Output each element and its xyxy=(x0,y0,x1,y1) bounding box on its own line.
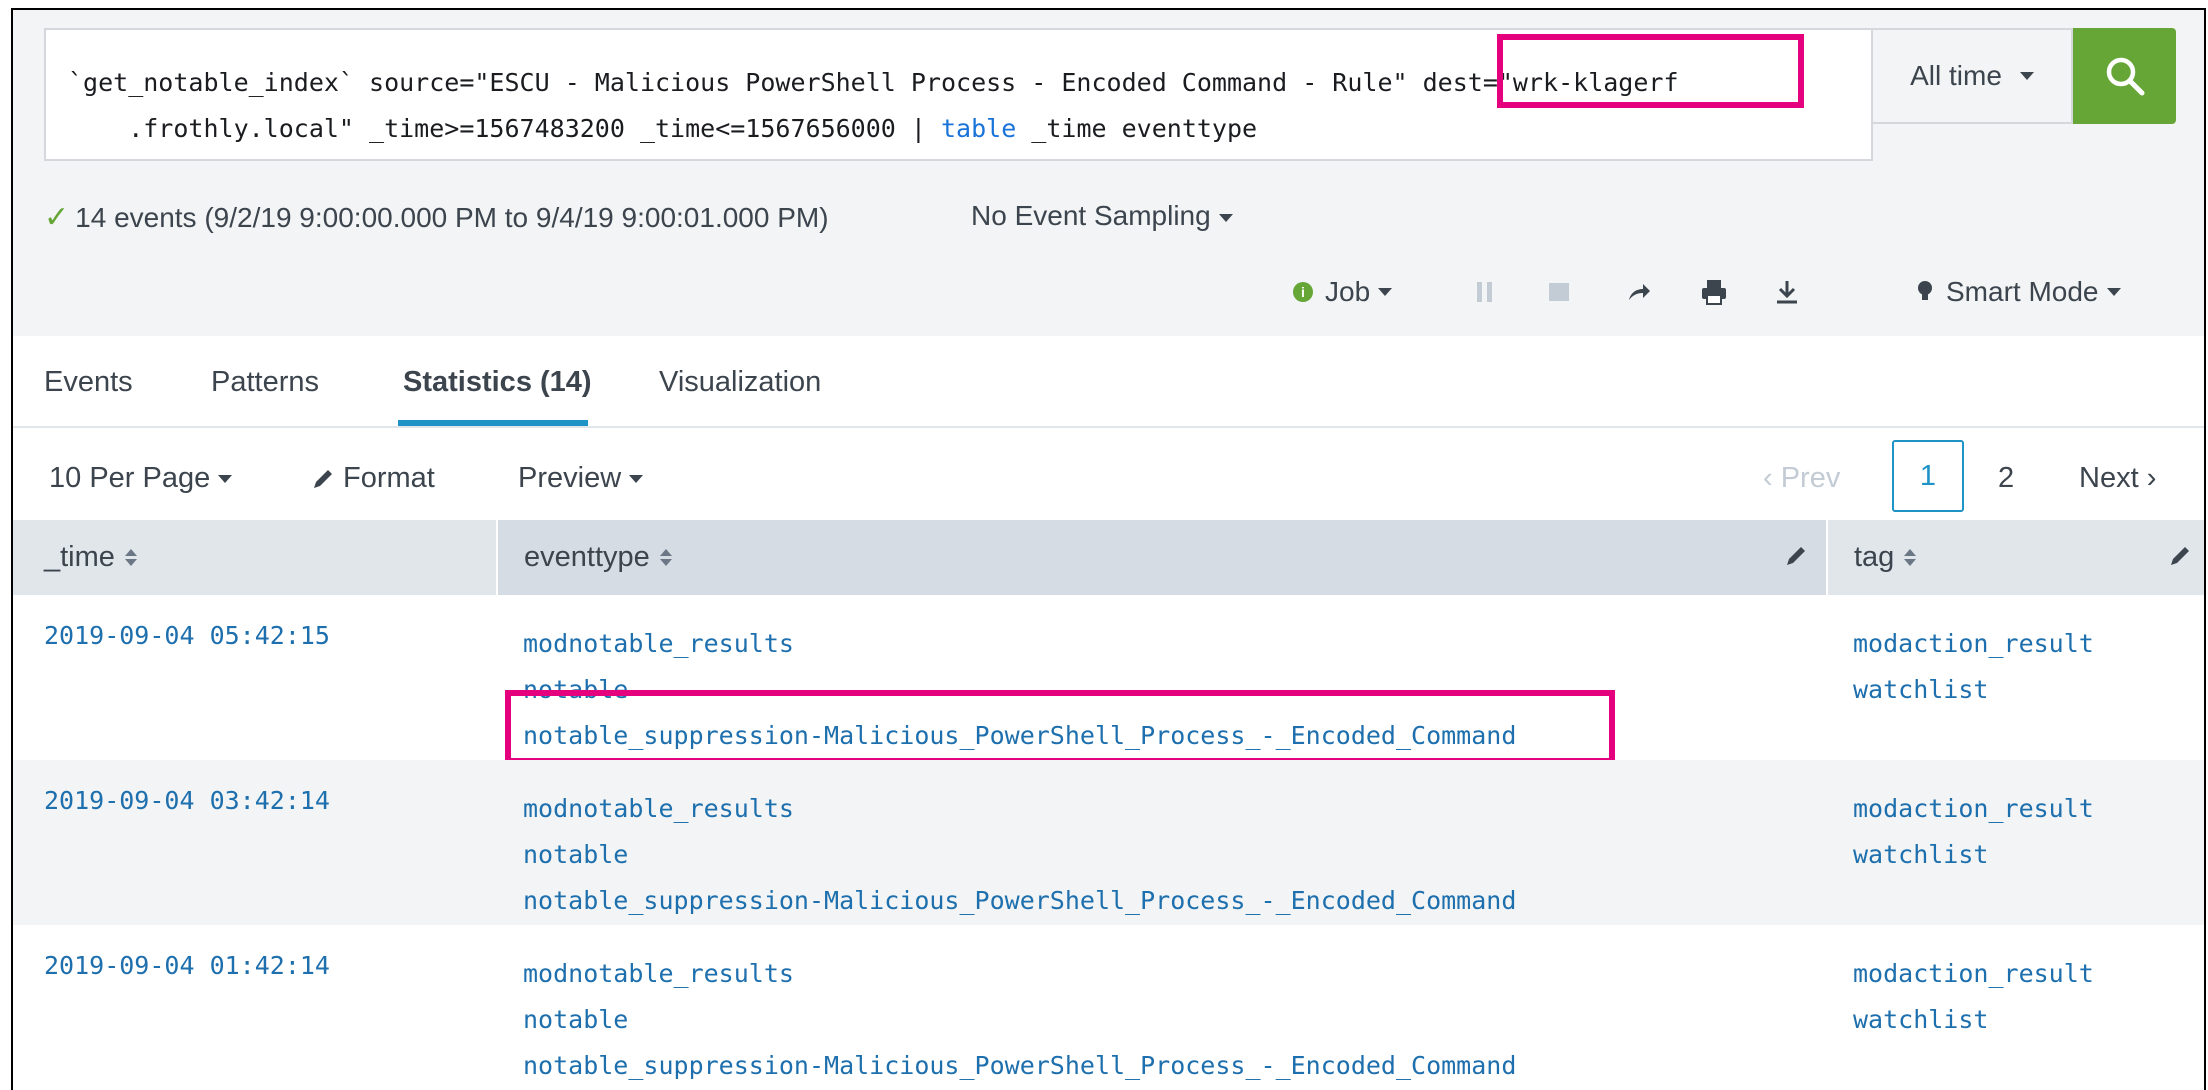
job-label: Job xyxy=(1325,276,1371,307)
sort-icon[interactable] xyxy=(1904,549,1917,566)
format-button[interactable]: Format xyxy=(311,462,435,495)
pencil-icon[interactable] xyxy=(1784,544,1808,568)
time-cell[interactable]: 2019-09-04 05:42:15 xyxy=(44,621,330,650)
page-2-button[interactable]: 2 xyxy=(1998,462,2014,495)
tag-cell: modaction_result watchlist xyxy=(1853,621,2094,713)
suppression-highlight-box xyxy=(505,690,1615,764)
tab-events[interactable]: Events xyxy=(44,366,133,399)
tag-value[interactable]: watchlist xyxy=(1853,997,2094,1043)
search-query-input[interactable]: `get_notable_index` source="ESCU - Malic… xyxy=(44,28,1873,161)
event-sampling-dropdown[interactable]: No Event Sampling xyxy=(971,200,1233,232)
prev-label: Prev xyxy=(1780,462,1841,494)
eventtype-value[interactable]: notable xyxy=(523,832,1516,878)
table-header: _time eventtype tag xyxy=(13,520,2204,595)
chevron-down-icon xyxy=(1378,288,1393,296)
chevron-down-icon xyxy=(1218,213,1233,222)
format-label: Format xyxy=(343,462,435,494)
chevron-down-icon xyxy=(629,474,644,483)
chevron-down-icon xyxy=(2019,72,2034,80)
sort-icon[interactable] xyxy=(659,549,672,566)
tab-statistics[interactable]: Statistics (14) xyxy=(403,366,592,399)
eventtype-value[interactable]: modnotable_results xyxy=(523,786,1516,832)
sort-icon[interactable] xyxy=(124,549,137,566)
pencil-icon xyxy=(314,469,332,488)
chevron-right-icon: › xyxy=(2138,462,2157,494)
preview-label: Preview xyxy=(518,462,622,494)
per-page-dropdown[interactable]: 10 Per Page xyxy=(49,462,233,495)
print-icon[interactable] xyxy=(1699,278,1729,306)
event-sampling-label: No Event Sampling xyxy=(971,200,1211,231)
column-label: _time xyxy=(44,541,115,573)
next-page-button[interactable]: Next › xyxy=(2079,462,2156,495)
info-icon: i xyxy=(1293,282,1313,302)
tag-value[interactable]: watchlist xyxy=(1853,667,2094,713)
preview-dropdown[interactable]: Preview xyxy=(518,462,644,495)
share-icon[interactable] xyxy=(1625,278,1653,306)
search-app-window: `get_notable_index` source="ESCU - Malic… xyxy=(11,8,2206,1090)
search-mode-dropdown[interactable]: Smart Mode xyxy=(1916,276,2121,308)
eventtype-value[interactable]: notable_suppression-Malicious_PowerShell… xyxy=(523,1043,1516,1089)
eventtype-value[interactable]: notable xyxy=(523,997,1516,1043)
chevron-down-icon xyxy=(218,474,233,483)
tag-value[interactable]: modaction_result xyxy=(1853,786,2094,832)
search-query-text[interactable]: `get_notable_index` source="ESCU - Malic… xyxy=(68,60,1858,152)
column-header-time[interactable]: _time xyxy=(13,520,498,595)
time-cell[interactable]: 2019-09-04 01:42:14 xyxy=(44,951,330,980)
event-count-summary: 14 events (9/2/19 9:00:00.000 PM to 9/4/… xyxy=(75,201,829,233)
chevron-down-icon xyxy=(2106,288,2121,296)
job-menu[interactable]: i Job xyxy=(1293,276,1393,308)
column-label: eventtype xyxy=(524,541,650,573)
search-button[interactable] xyxy=(2073,28,2176,124)
tab-visualization[interactable]: Visualization xyxy=(659,366,821,399)
check-icon: ✓ xyxy=(44,201,70,234)
results-controls: 10 Per Page Format Preview ‹ Prev 1 2 Ne… xyxy=(13,428,2204,528)
pencil-icon[interactable] xyxy=(2168,544,2192,568)
chevron-left-icon: ‹ xyxy=(1763,462,1781,494)
table-row: 2019-09-04 05:42:15 modnotable_results n… xyxy=(13,595,2204,764)
time-range-picker[interactable]: All time xyxy=(1873,28,2073,124)
table-row: 2019-09-04 01:42:14 modnotable_results n… xyxy=(13,925,2204,1090)
eventtype-value[interactable]: modnotable_results xyxy=(523,621,1516,667)
tag-cell: modaction_result watchlist xyxy=(1853,786,2094,878)
stop-icon[interactable] xyxy=(1547,278,1571,306)
time-range-label: All time xyxy=(1910,60,2002,91)
tag-cell: modaction_result watchlist xyxy=(1853,951,2094,1043)
column-label: tag xyxy=(1854,541,1895,573)
results-tabs: Events Patterns Statistics (14) Visualiz… xyxy=(13,336,2204,428)
export-icon[interactable] xyxy=(1773,278,1801,306)
tag-value[interactable]: watchlist xyxy=(1853,832,2094,878)
active-tab-indicator xyxy=(398,420,588,426)
time-cell[interactable]: 2019-09-04 03:42:14 xyxy=(44,786,330,815)
tab-patterns[interactable]: Patterns xyxy=(211,366,319,399)
tag-value[interactable]: modaction_result xyxy=(1853,621,2094,667)
tag-value[interactable]: modaction_result xyxy=(1853,951,2094,997)
eventtype-cell: modnotable_results notable notable_suppr… xyxy=(523,786,1516,924)
eventtype-cell: modnotable_results notable notable_suppr… xyxy=(523,951,1516,1089)
eventtype-value[interactable]: modnotable_results xyxy=(523,951,1516,997)
column-header-eventtype[interactable]: eventtype xyxy=(498,520,1828,595)
table-row: 2019-09-04 03:42:14 modnotable_results n… xyxy=(13,760,2204,925)
search-status: ✓ 14 events (9/2/19 9:00:00.000 PM to 9/… xyxy=(44,200,829,235)
eventtype-value[interactable]: notable_suppression-Malicious_PowerShell… xyxy=(523,878,1516,924)
per-page-label: 10 Per Page xyxy=(49,462,211,494)
pause-icon[interactable] xyxy=(1475,278,1495,306)
prev-page-button[interactable]: ‹ Prev xyxy=(1763,462,1840,495)
next-label: Next xyxy=(2079,462,2139,494)
page-1-button[interactable]: 1 xyxy=(1892,440,1964,512)
lightbulb-icon xyxy=(1918,281,1932,300)
search-icon xyxy=(2106,57,2144,96)
column-header-tag[interactable]: tag xyxy=(1828,520,2198,595)
search-mode-label: Smart Mode xyxy=(1946,276,2099,307)
